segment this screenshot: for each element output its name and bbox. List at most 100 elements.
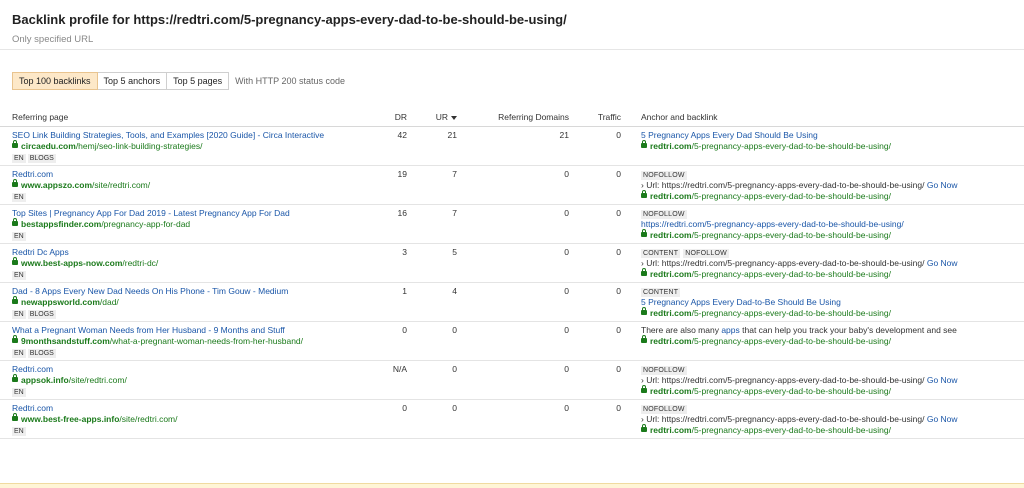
referring-domains-value[interactable]: 0 <box>461 399 573 439</box>
backlink-url[interactable]: redtri.com/5-pregnancy-apps-every-dad-to… <box>641 140 1020 152</box>
anchor-text-link[interactable]: 5 Pregnancy Apps Every Dad Should Be Usi… <box>641 130 1020 141</box>
go-now-link[interactable]: Go Now <box>927 375 958 385</box>
referring-page-cell: What a Pregnant Woman Needs from Her Hus… <box>0 321 375 361</box>
referring-page-title[interactable]: Redtri.com <box>12 364 371 375</box>
lock-icon <box>12 140 18 148</box>
dr-value: 1 <box>375 282 411 322</box>
dr-value: 19 <box>375 165 411 205</box>
traffic-value: 0 <box>573 399 625 439</box>
table-row: Dad - 8 Apps Every New Dad Needs On His … <box>0 282 1024 322</box>
backlink-url[interactable]: redtri.com/5-pregnancy-apps-every-dad-to… <box>641 190 1020 202</box>
go-now-link[interactable]: Go Now <box>927 258 958 268</box>
dr-value: 0 <box>375 321 411 361</box>
page-title: Backlink profile for https://redtri.com/… <box>12 12 567 27</box>
anchor-url-text: › Url: https://redtri.com/5-pregnancy-ap… <box>641 375 925 385</box>
language-tag: EN <box>12 388 26 397</box>
lock-icon <box>12 374 18 382</box>
column-ur[interactable]: UR <box>411 108 461 127</box>
referring-page-title[interactable]: Top Sites | Pregnancy App For Dad 2019 -… <box>12 208 371 219</box>
anchor-backlink-cell: NOFOLLOW › Url: https://redtri.com/5-pre… <box>625 360 1024 400</box>
referring-page-url[interactable]: www.appszo.com/site/redtri.com/ <box>12 179 371 191</box>
referring-domains-value[interactable]: 0 <box>461 360 573 400</box>
table-row: SEO Link Building Strategies, Tools, and… <box>0 126 1024 166</box>
referring-path: /what-a-pregnant-woman-needs-from-her-hu… <box>109 336 304 346</box>
referring-domain: appsok.info <box>21 375 69 385</box>
link-type-badge: NOFOLLOW <box>641 366 687 375</box>
column-referring-page[interactable]: Referring page <box>0 108 375 127</box>
backlink-url[interactable]: redtri.com/5-pregnancy-apps-every-dad-to… <box>641 335 1020 347</box>
traffic-value: 0 <box>573 360 625 400</box>
language-tag: BLOGS <box>27 154 56 163</box>
link-type-badge: NOFOLLOW <box>641 210 687 219</box>
dr-value: 42 <box>375 126 411 166</box>
referring-page-url[interactable]: circaedu.com/hemj/seo-link-building-stra… <box>12 140 371 152</box>
referring-page-title[interactable]: SEO Link Building Strategies, Tools, and… <box>12 130 371 141</box>
anchor-text-link[interactable]: 5 Pregnancy Apps Every Dad-to-Be Should … <box>641 297 1020 308</box>
anchor-raw-link[interactable]: https://redtri.com/5-pregnancy-apps-ever… <box>641 219 1020 230</box>
tab-top-5-anchors[interactable]: Top 5 anchors <box>97 72 168 90</box>
referring-page-title[interactable]: Redtri.com <box>12 403 371 414</box>
referring-domains-value[interactable]: 0 <box>461 165 573 205</box>
traffic-value: 0 <box>573 204 625 244</box>
anchor-backlink-cell: NOFOLLOW › Url: https://redtri.com/5-pre… <box>625 399 1024 439</box>
referring-domains-value[interactable]: 21 <box>461 126 573 166</box>
anchor-url-text: › Url: https://redtri.com/5-pregnancy-ap… <box>641 258 925 268</box>
backlink-url[interactable]: redtri.com/5-pregnancy-apps-every-dad-to… <box>641 307 1020 319</box>
referring-domains-value[interactable]: 0 <box>461 321 573 361</box>
backlinks-table: Referring page DR UR Referring Domains T… <box>0 108 1024 439</box>
backlink-path: /5-pregnancy-apps-every-dad-to-be-should… <box>691 269 891 279</box>
anchor-backlink-cell: There are also many apps that can help y… <box>625 321 1024 361</box>
anchor-backlink-cell: 5 Pregnancy Apps Every Dad Should Be Usi… <box>625 126 1024 166</box>
referring-page-title[interactable]: Dad - 8 Apps Every New Dad Needs On His … <box>12 286 371 297</box>
referring-page-url[interactable]: 9monthsandstuff.com/what-a-pregnant-woma… <box>12 335 371 347</box>
referring-page-url[interactable]: appsok.info/site/redtri.com/ <box>12 374 371 386</box>
page-subtitle: Only specified URL <box>12 34 94 45</box>
ur-value: 7 <box>411 204 461 244</box>
referring-page-url[interactable]: www.best-apps-now.com/redtri-dc/ <box>12 257 371 269</box>
language-tag: EN <box>12 427 26 436</box>
column-traffic[interactable]: Traffic <box>573 108 625 127</box>
referring-page-url[interactable]: www.best-free-apps.info/site/redtri.com/ <box>12 413 371 425</box>
referring-domain: 9monthsandstuff.com <box>21 336 110 346</box>
backlink-domain: redtri.com <box>650 336 692 346</box>
referring-domains-value[interactable]: 0 <box>461 243 573 283</box>
lock-icon <box>641 268 647 276</box>
tab-top-5-pages[interactable]: Top 5 pages <box>167 72 230 90</box>
backlink-url[interactable]: redtri.com/5-pregnancy-apps-every-dad-to… <box>641 229 1020 241</box>
referring-domains-value[interactable]: 0 <box>461 282 573 322</box>
column-dr[interactable]: DR <box>375 108 411 127</box>
anchor-context: › Url: https://redtri.com/5-pregnancy-ap… <box>641 180 1020 191</box>
backlink-domain: redtri.com <box>650 386 692 396</box>
referring-page-title[interactable]: Redtri Dc Apps <box>12 247 371 258</box>
table-row: Redtri.com appsok.info/site/redtri.com/ … <box>0 360 1024 400</box>
anchor-inline-link[interactable]: apps <box>721 325 739 335</box>
traffic-value: 0 <box>573 126 625 166</box>
go-now-link[interactable]: Go Now <box>927 414 958 424</box>
referring-page-title[interactable]: What a Pregnant Woman Needs from Her Hus… <box>12 325 371 336</box>
link-type-badge: NOFOLLOW <box>683 249 729 258</box>
referring-page-cell: Redtri.com www.best-free-apps.info/site/… <box>0 399 375 439</box>
referring-domain: www.best-apps-now.com <box>21 258 123 268</box>
backlink-url[interactable]: redtri.com/5-pregnancy-apps-every-dad-to… <box>641 424 1020 436</box>
go-now-link[interactable]: Go Now <box>927 180 958 190</box>
backlink-url[interactable]: redtri.com/5-pregnancy-apps-every-dad-to… <box>641 385 1020 397</box>
tab-top-100-backlinks[interactable]: Top 100 backlinks <box>12 72 98 90</box>
referring-domains-value[interactable]: 0 <box>461 204 573 244</box>
referring-path: /site/redtri.com/ <box>68 375 127 385</box>
anchor-context: › Url: https://redtri.com/5-pregnancy-ap… <box>641 258 1020 269</box>
language-tag: BLOGS <box>27 349 56 358</box>
anchor-backlink-cell: NOFOLLOW https://redtri.com/5-pregnancy-… <box>625 204 1024 244</box>
dr-value: 3 <box>375 243 411 283</box>
lock-icon <box>641 335 647 343</box>
referring-domain: www.best-free-apps.info <box>21 414 120 424</box>
referring-path: /redtri-dc/ <box>122 258 159 268</box>
column-referring-domains[interactable]: Referring Domains <box>461 108 573 127</box>
referring-page-url[interactable]: bestappsfinder.com/pregnancy-app-for-dad <box>12 218 371 230</box>
referring-domain: newappsworld.com <box>21 297 100 307</box>
backlink-url[interactable]: redtri.com/5-pregnancy-apps-every-dad-to… <box>641 268 1020 280</box>
referring-page-title[interactable]: Redtri.com <box>12 169 371 180</box>
ur-value: 0 <box>411 399 461 439</box>
referring-page-url[interactable]: newappsworld.com/dad/ <box>12 296 371 308</box>
backlink-domain: redtri.com <box>650 425 692 435</box>
referring-page-cell: Redtri.com www.appszo.com/site/redtri.co… <box>0 165 375 205</box>
